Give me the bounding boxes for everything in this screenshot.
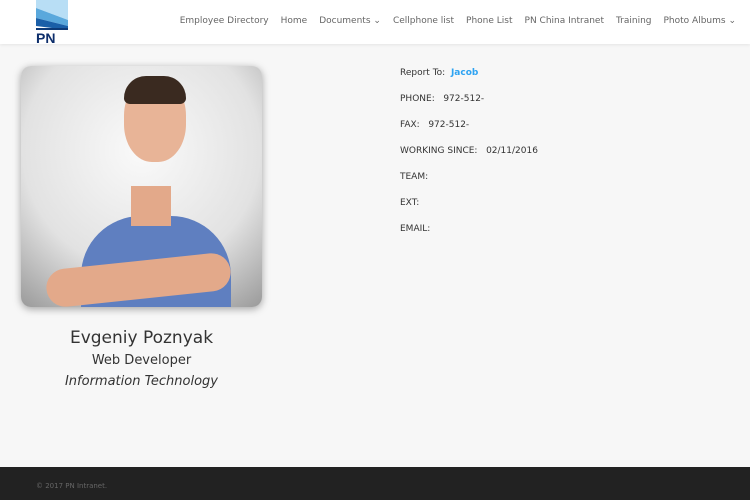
field-label: TEAM:	[400, 172, 429, 182]
team-row: TEAM:	[400, 172, 428, 182]
chevron-down-icon: ⌄	[728, 16, 736, 26]
fax-value: 972-512-	[428, 120, 470, 130]
nav-home[interactable]: Home	[281, 16, 308, 26]
working-since-value: 02/11/2016	[486, 146, 538, 156]
nav-employee-directory[interactable]: Employee Directory	[180, 16, 269, 26]
nav-phone-list[interactable]: Phone List	[466, 16, 512, 26]
copyright-text: © 2017 PN Intranet.	[36, 482, 108, 490]
main-nav: Employee Directory Home Documents ⌄ Cell…	[180, 16, 736, 26]
fax-row: FAX: 972-512-	[400, 120, 469, 130]
chevron-down-icon: ⌄	[373, 16, 381, 26]
field-label: FAX:	[400, 120, 420, 130]
field-label: Report To:	[400, 68, 446, 78]
field-label: EXT:	[400, 198, 420, 208]
profile-photo	[21, 66, 262, 307]
nav-photo-albums[interactable]: Photo Albums ⌄	[664, 16, 737, 26]
svg-text:PN: PN	[36, 30, 55, 44]
employee-department: Information Technology	[64, 374, 219, 389]
nav-pn-china-intranet[interactable]: PN China Intranet	[525, 16, 604, 26]
ext-row: EXT:	[400, 198, 419, 208]
site-header: PN Employee Directory Home Documents ⌄ C…	[0, 0, 750, 44]
phone-value: 972-512-	[443, 94, 485, 104]
field-label: EMAIL:	[400, 224, 431, 234]
report-to-link[interactable]: Jacob	[451, 68, 478, 78]
nav-training[interactable]: Training	[616, 16, 652, 26]
field-label: PHONE:	[400, 94, 435, 104]
nav-documents[interactable]: Documents ⌄	[319, 16, 381, 26]
working-since-row: WORKING SINCE: 02/11/2016	[400, 146, 538, 156]
employee-title: Web Developer	[91, 353, 192, 368]
report-to-row: Report To: Jacob	[400, 68, 478, 78]
company-logo[interactable]: PN	[36, 0, 68, 44]
field-label: WORKING SINCE:	[400, 146, 478, 156]
nav-label: Documents	[319, 16, 371, 26]
nav-cellphone-list[interactable]: Cellphone list	[393, 16, 454, 26]
nav-label: Photo Albums	[663, 16, 726, 26]
employee-name: Evgeniy Poznyak	[69, 328, 214, 348]
site-footer: © 2017 PN Intranet.	[0, 467, 750, 500]
email-row: EMAIL:	[400, 224, 430, 234]
phone-row: PHONE: 972-512-	[400, 94, 484, 104]
